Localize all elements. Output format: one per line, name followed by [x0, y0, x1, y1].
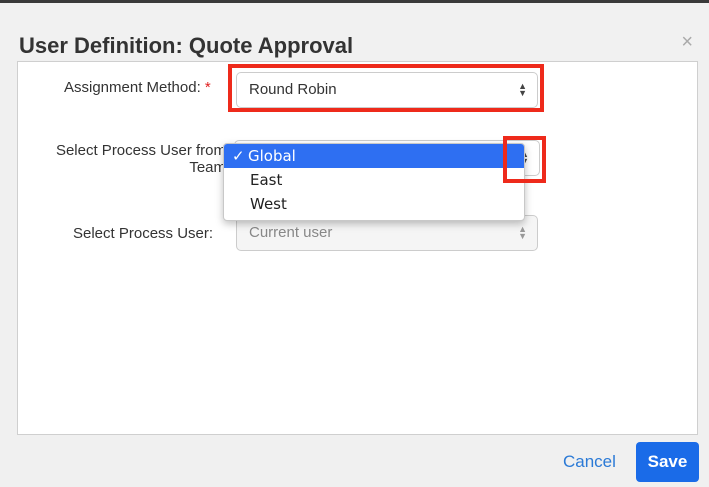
- process-user-from-label-line2: Team: [189, 159, 226, 176]
- assignment-method-select[interactable]: Round Robin ▲ ▼: [236, 72, 538, 108]
- dropdown-option-global[interactable]: ✓ Global: [224, 144, 524, 168]
- required-marker: *: [204, 79, 211, 96]
- process-user-value: Current user: [249, 224, 333, 241]
- select-arrows-icon: ▲▼: [518, 81, 527, 98]
- dropdown-option-label: Global: [248, 147, 296, 165]
- dropdown-option-west[interactable]: West: [224, 192, 524, 216]
- process-user-from-label: Select Process User from Team: [38, 142, 226, 176]
- modal-title: User Definition: Quote Approval: [19, 33, 354, 58]
- dropdown-option-east[interactable]: East: [224, 168, 524, 192]
- dropdown-option-label: East: [250, 171, 283, 189]
- modal-header: User Definition: Quote Approval ×: [0, 0, 709, 60]
- close-icon[interactable]: ×: [681, 31, 693, 54]
- save-button[interactable]: Save: [636, 442, 699, 482]
- checkmark-icon: ✓: [232, 147, 245, 165]
- assignment-method-label: Assignment Method: *: [64, 79, 211, 96]
- process-user-from-label-line1: Select Process User from: [55, 142, 226, 159]
- select-arrows-icon: ▲▼: [518, 224, 527, 241]
- dropdown-option-label: West: [250, 195, 287, 213]
- process-user-label: Select Process User:: [73, 225, 214, 242]
- team-dropdown-menu: ✓ Global East West: [223, 143, 525, 221]
- assignment-method-label-text: Assignment Method:: [64, 79, 201, 96]
- user-definition-modal: User Definition: Quote Approval × Assign…: [0, 0, 709, 487]
- cancel-button[interactable]: Cancel: [563, 452, 616, 472]
- assignment-method-value: Round Robin: [249, 81, 337, 98]
